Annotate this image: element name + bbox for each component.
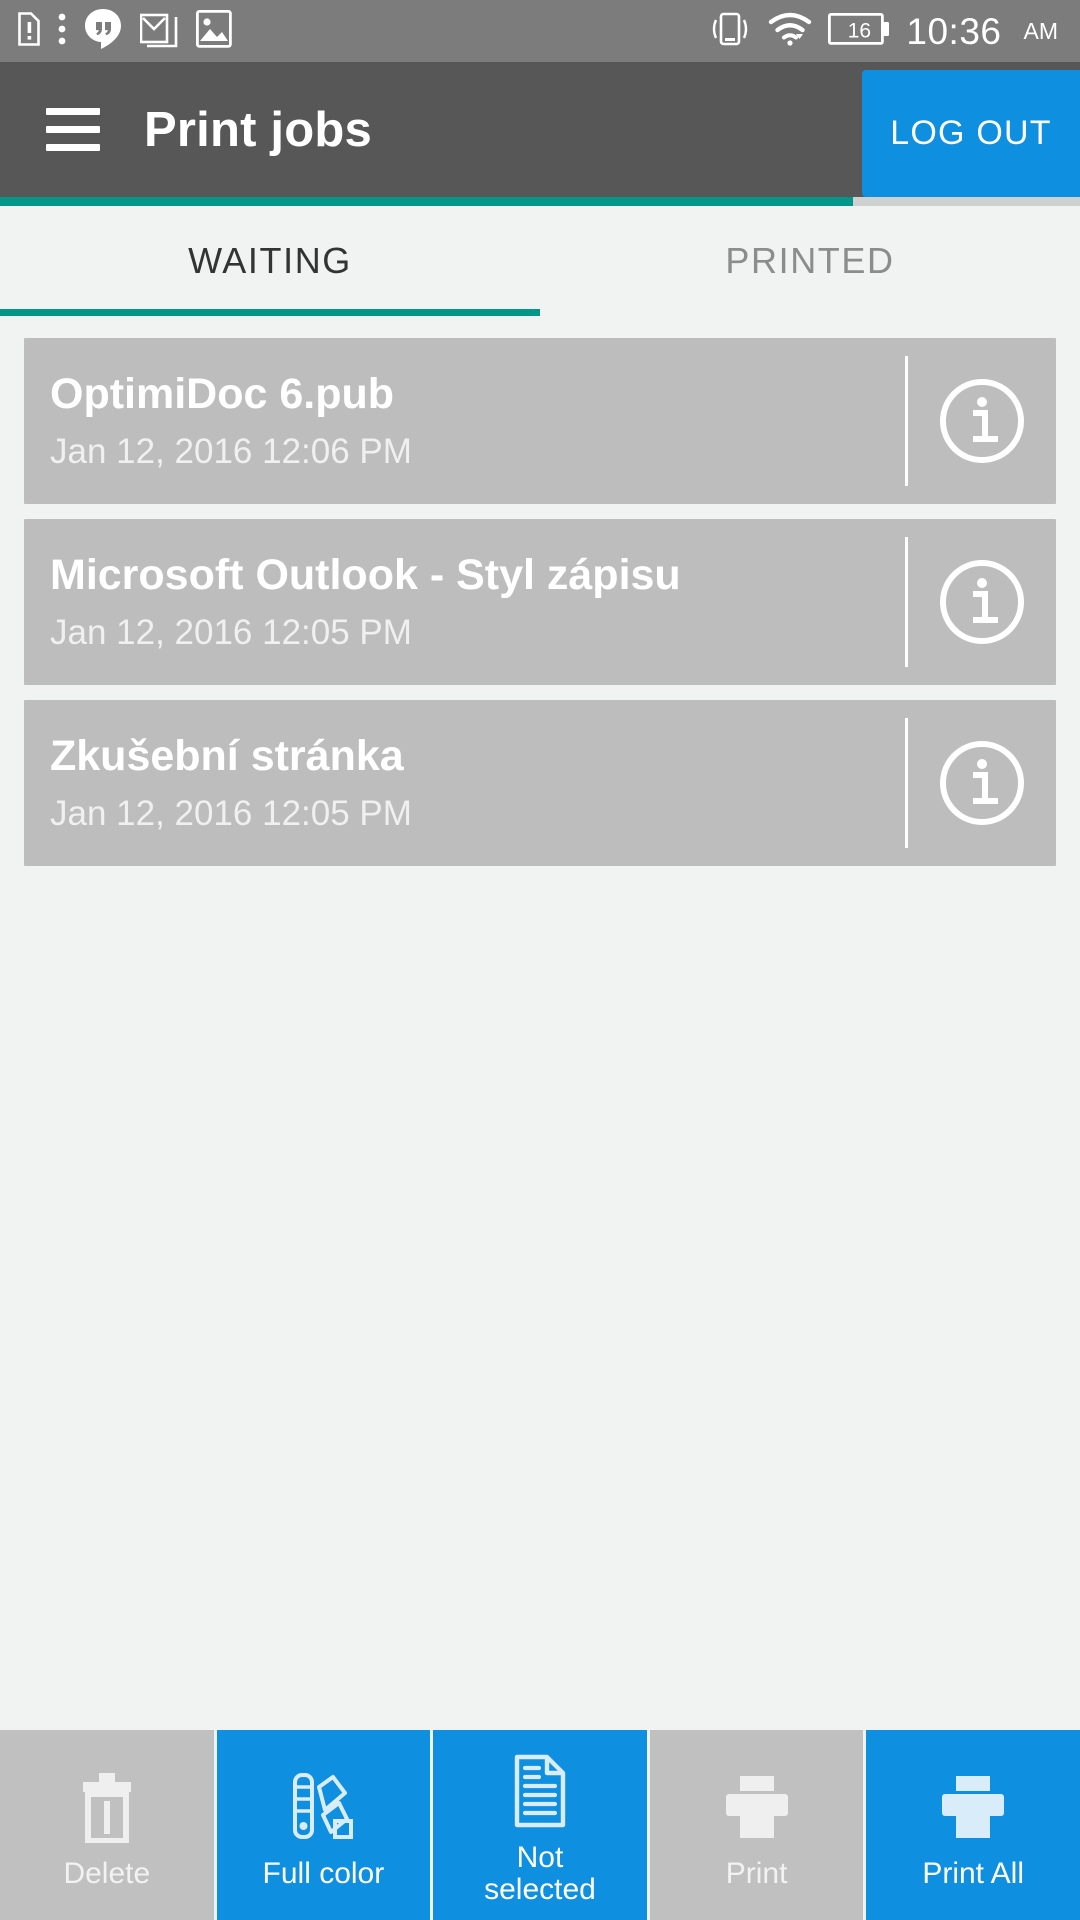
hamburger-bar bbox=[46, 144, 100, 151]
info-circle-icon[interactable] bbox=[908, 377, 1056, 465]
loading-progress-fill bbox=[0, 197, 854, 206]
logout-button[interactable]: LOG OUT bbox=[862, 70, 1080, 197]
printer-icon bbox=[938, 1768, 1008, 1846]
job-date: Jan 12, 2016 12:05 PM bbox=[50, 794, 412, 834]
app-bar: Print jobs LOG OUT bbox=[0, 62, 1080, 197]
print-job-list: OptimiDoc 6.pub Jan 12, 2016 12:06 PM Mi… bbox=[0, 316, 1080, 1730]
status-bar-right-icons: 16 10:36 AM bbox=[708, 10, 1058, 53]
printer-icon bbox=[722, 1768, 792, 1846]
table-row[interactable]: OptimiDoc 6.pub Jan 12, 2016 12:06 PM bbox=[24, 338, 1056, 504]
sim-alert-icon bbox=[14, 11, 40, 51]
print-all-button[interactable]: Print All bbox=[866, 1730, 1080, 1920]
selection-button-label: Not selected bbox=[484, 1840, 596, 1906]
battery-level-text: 16 bbox=[847, 19, 872, 43]
photos-icon bbox=[195, 9, 232, 53]
table-row[interactable]: Zkušební stránka Jan 12, 2016 12:05 PM bbox=[24, 700, 1056, 866]
status-bar-ampm: AM bbox=[1023, 17, 1059, 44]
full-color-button-label: Full color bbox=[262, 1856, 385, 1890]
print-button[interactable]: Print bbox=[649, 1730, 864, 1920]
status-bar-left-icons bbox=[14, 8, 232, 55]
full-color-button[interactable]: Full color bbox=[216, 1730, 431, 1920]
trash-icon bbox=[78, 1768, 136, 1846]
bottom-action-bar: Delete Full color Not selected Print Pri… bbox=[0, 1730, 1080, 1920]
tab-waiting[interactable]: WAITING bbox=[0, 206, 540, 316]
delete-button[interactable]: Delete bbox=[0, 1730, 214, 1920]
table-row[interactable]: Microsoft Outlook - Styl zápisu Jan 12, … bbox=[24, 519, 1056, 685]
hamburger-bar bbox=[46, 108, 100, 115]
job-name: Zkušební stránka bbox=[50, 732, 404, 781]
status-bar-clock: 10:36 bbox=[906, 10, 1002, 52]
hamburger-menu-icon[interactable] bbox=[46, 108, 100, 151]
gmail-icon bbox=[139, 10, 178, 53]
selection-button[interactable]: Not selected bbox=[433, 1730, 647, 1920]
print-all-button-label: Print All bbox=[922, 1856, 1025, 1890]
print-jobs-screen: 16 10:36 AM Print jobs LOG OUT WAITING P… bbox=[0, 0, 1080, 1920]
battery-icon: 16 bbox=[828, 12, 890, 50]
job-name: Microsoft Outlook - Styl zápisu bbox=[50, 551, 681, 600]
wifi-icon bbox=[768, 12, 812, 51]
info-circle-icon[interactable] bbox=[908, 558, 1056, 646]
delete-button-label: Delete bbox=[63, 1856, 151, 1890]
tab-active-indicator bbox=[0, 309, 540, 316]
job-date: Jan 12, 2016 12:05 PM bbox=[50, 613, 412, 653]
info-circle-icon[interactable] bbox=[908, 739, 1056, 827]
job-text-block: OptimiDoc 6.pub Jan 12, 2016 12:06 PM bbox=[24, 370, 905, 472]
tab-bar: WAITING PRINTED bbox=[0, 206, 1080, 316]
status-bar: 16 10:36 AM bbox=[0, 0, 1080, 62]
job-date: Jan 12, 2016 12:06 PM bbox=[50, 432, 412, 472]
vibrate-icon bbox=[708, 10, 752, 53]
hamburger-bar bbox=[46, 126, 100, 133]
tab-printed[interactable]: PRINTED bbox=[540, 206, 1080, 316]
job-name: OptimiDoc 6.pub bbox=[50, 370, 394, 419]
print-button-label: Print bbox=[725, 1856, 788, 1890]
hangouts-icon bbox=[84, 8, 122, 55]
loading-progress-bar bbox=[0, 197, 1080, 206]
job-text-block: Zkušební stránka Jan 12, 2016 12:05 PM bbox=[24, 732, 905, 834]
page-title: Print jobs bbox=[144, 102, 372, 157]
more-vert-icon bbox=[58, 13, 66, 50]
color-swatch-icon bbox=[289, 1768, 357, 1846]
document-icon bbox=[511, 1752, 569, 1830]
job-text-block: Microsoft Outlook - Styl zápisu Jan 12, … bbox=[24, 551, 905, 653]
